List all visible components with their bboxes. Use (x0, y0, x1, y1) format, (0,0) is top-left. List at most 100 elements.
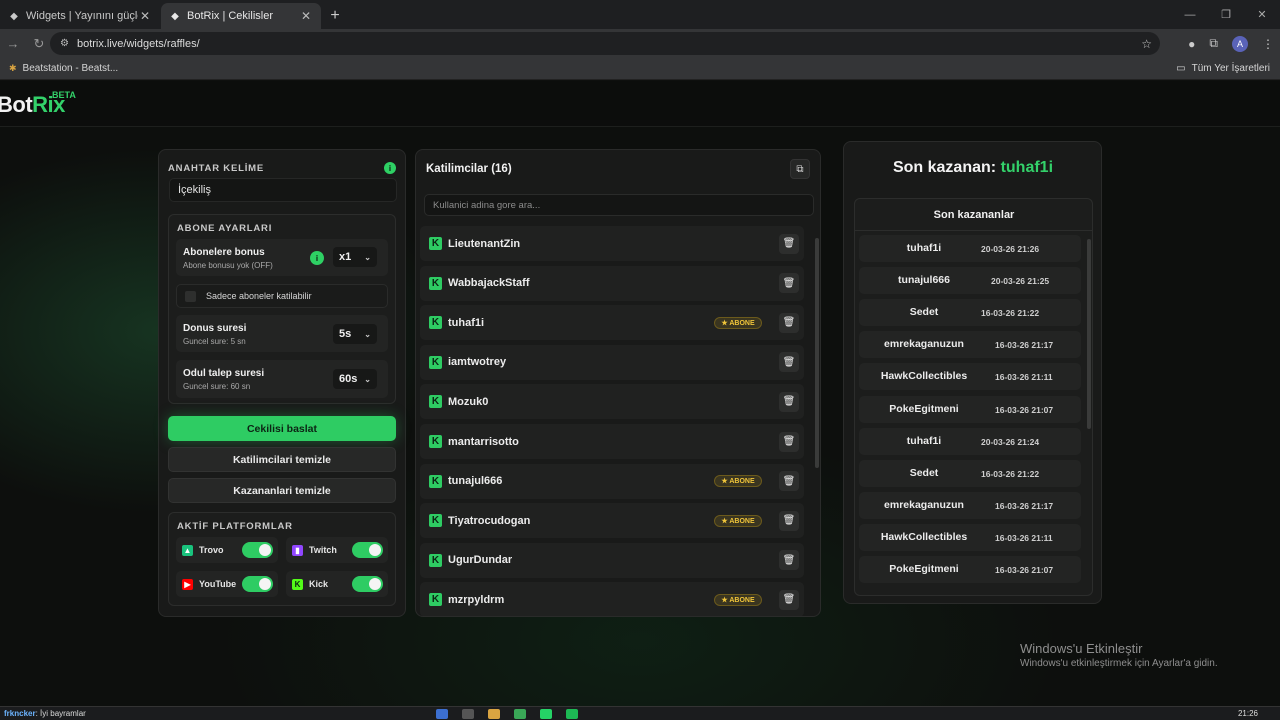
winner-row: emrekaganuzun 16-03-26 21:17 (859, 491, 1081, 519)
tab-widgets[interactable]: ◆ Widgets | Yayınını güçlendirmek ✕ (0, 3, 160, 29)
close-tab-icon[interactable]: ✕ (299, 9, 313, 23)
participant-row: Kmantarrisotto 🗑 (420, 424, 804, 459)
chevron-down-icon: ⌄ (364, 374, 371, 384)
extension-dot-icon[interactable]: ● (1188, 37, 1195, 51)
twitch-toggle[interactable] (352, 542, 383, 558)
bookmark-beatstation[interactable]: ✱ Beatstation - Beatst... (9, 63, 118, 74)
delete-participant-icon[interactable]: 🗑 (779, 431, 799, 452)
page: BotRix BETA ANAHTAR KELİME i İçekiliş AB… (0, 81, 1280, 706)
all-bookmarks-label: Tüm Yer İşaretleri (1191, 63, 1270, 74)
winner-name: tuhaf1i (906, 242, 942, 254)
info-icon[interactable]: i (384, 162, 396, 174)
trovo-toggle[interactable] (242, 542, 273, 558)
subscriber-settings: ABONE AYARLARI Abonelere bonus Abone bon… (168, 214, 396, 404)
forward-icon[interactable]: → (0, 36, 26, 51)
extensions-icon[interactable]: ⧉ (1209, 36, 1218, 51)
participant-row: Kmzrpyldrm ★ ABONE 🗑 (420, 582, 804, 616)
all-bookmarks[interactable]: ▭ Tüm Yer İşaretleri (1176, 63, 1270, 74)
windows-taskbar: frkncker: İyi bayramlar 21:26 (0, 706, 1280, 720)
bookmark-star-icon[interactable]: ☆ (1141, 37, 1152, 51)
winner-row: HawkCollectibles 16-03-26 21:11 (859, 363, 1081, 391)
clear-participants-button[interactable]: Katilimcilari temizle (168, 447, 396, 472)
participant-search-input[interactable]: Kullanici adina gore ara... (424, 194, 814, 216)
kick-icon: K (429, 435, 442, 448)
kick-icon: K (292, 578, 303, 590)
winner-row: tuhaf1i 20-03-26 21:26 (859, 235, 1081, 262)
platform-kick: K Kick (286, 571, 388, 597)
profile-avatar[interactable]: A (1232, 35, 1248, 52)
claim-time-select[interactable]: 60s ⌄ (333, 369, 377, 389)
participants-scrollbar[interactable] (815, 238, 819, 468)
menu-kebab-icon[interactable]: ⋮ (1262, 37, 1274, 51)
whatsapp-icon[interactable] (540, 709, 552, 719)
raffle-settings-panel: ANAHTAR KELİME i İçekiliş ABONE AYARLARI… (158, 149, 406, 617)
winner-date: 16-03-26 21:07 (995, 565, 1054, 575)
winner-date: 20-03-26 21:26 (981, 244, 1040, 254)
close-tab-icon[interactable]: ✕ (138, 9, 152, 23)
address-bar[interactable]: ⚙ botrix.live/widgets/raffles/ ☆ (50, 32, 1160, 55)
subscriber-settings-label: ABONE AYARLARI (177, 223, 273, 234)
platform-trovo: ▲ Trovo (176, 537, 278, 563)
active-platforms: AKTİF PLATFORMLAR ▲ Trovo ▮ Twitch ▶ You… (168, 512, 396, 606)
winner-date: 16-03-26 21:17 (995, 500, 1054, 511)
delete-participant-icon[interactable]: 🗑 (779, 233, 799, 254)
delete-participant-icon[interactable]: 🗑 (779, 589, 799, 610)
participants-panel: Katilimcilar (16) ⧉ Kullanici adina gore… (415, 149, 821, 617)
winners-scrollbar[interactable] (1087, 239, 1091, 429)
participant-name: Tiyatrocudogan (448, 514, 531, 527)
participant-row: K Tiyatrocudogan ★ ABONE 🗑 (420, 503, 804, 539)
participant-name: Mozuk0 (448, 395, 489, 408)
subscriber-bonus-select[interactable]: x1 ⌄ (333, 247, 377, 267)
chrome-icon[interactable] (514, 709, 526, 719)
participant-row: Kiamtwotrey 🗑 (420, 344, 804, 380)
copy-icon[interactable]: ⧉ (790, 159, 810, 179)
toolbar-actions: ● ⧉ A ⋮ (1188, 29, 1274, 58)
winner-name: Sedet (909, 306, 939, 319)
start-raffle-button[interactable]: Cekilisi baslat (168, 416, 396, 441)
info-icon[interactable]: i (310, 251, 324, 265)
participant-name: LieutenantZin (448, 237, 521, 250)
spotify-icon[interactable] (566, 709, 578, 719)
participant-row: K UgurDundar 🗑 (420, 542, 804, 578)
new-tab-button[interactable]: + (322, 3, 348, 29)
close-window-icon[interactable]: ✕ (1244, 0, 1280, 29)
delete-participant-icon[interactable]: 🗑 (779, 550, 799, 571)
taskbar-app-icons (436, 709, 578, 719)
delete-participant-icon[interactable]: 🗑 (779, 273, 799, 294)
tab-title: BotRix | Cekilisler (187, 10, 273, 22)
platform-youtube: ▶ YouTube (176, 571, 278, 597)
checkbox-box[interactable] (185, 290, 196, 302)
explorer-icon[interactable] (488, 709, 500, 719)
tab-botrix-cekilisler[interactable]: ◆ BotRix | Cekilisler ✕ (161, 3, 321, 29)
winner-date: 20-03-26 21:25 (991, 276, 1050, 287)
youtube-toggle[interactable] (242, 576, 273, 592)
last-winner-name: tuhaf1i (1000, 159, 1054, 176)
platform-twitch: ▮ Twitch (286, 537, 388, 563)
delete-participant-icon[interactable]: 🗑 (779, 471, 799, 492)
bonus-time-select[interactable]: 5s ⌄ (333, 324, 377, 344)
winner-date: 16-03-26 21:11 (995, 372, 1053, 383)
start-icon[interactable] (436, 709, 448, 719)
delete-participant-icon[interactable]: 🗑 (779, 391, 799, 412)
youtube-icon: ▶ (182, 578, 193, 590)
reload-icon[interactable]: ↻ (26, 36, 52, 52)
winner-name: emrekaganuzun (884, 498, 964, 511)
kick-icon: K (429, 237, 442, 250)
site-info-icon[interactable]: ⚙ (60, 38, 69, 49)
chevron-down-icon: ⌄ (364, 329, 371, 339)
clear-winners-button[interactable]: Kazananlari temizle (168, 478, 396, 503)
winner-name: tuhaf1i (906, 434, 942, 447)
select-value: 5s (339, 328, 352, 340)
minimize-icon[interactable]: — (1172, 0, 1208, 29)
delete-participant-icon[interactable]: 🗑 (779, 510, 799, 531)
only-subscribers-checkbox[interactable]: Sadece aboneler katilabilir (176, 284, 388, 308)
claim-time-title: Odul talep suresi (183, 368, 265, 379)
kick-toggle[interactable] (352, 576, 383, 592)
keyword-input[interactable]: İçekiliş (169, 178, 397, 202)
delete-participant-icon[interactable]: 🗑 (779, 352, 799, 373)
delete-participant-icon[interactable]: 🗑 (779, 312, 799, 333)
search-icon[interactable] (462, 709, 474, 719)
twitch-icon: ▮ (292, 544, 303, 556)
kick-icon: K (429, 276, 442, 290)
restore-icon[interactable]: ❐ (1208, 0, 1244, 29)
